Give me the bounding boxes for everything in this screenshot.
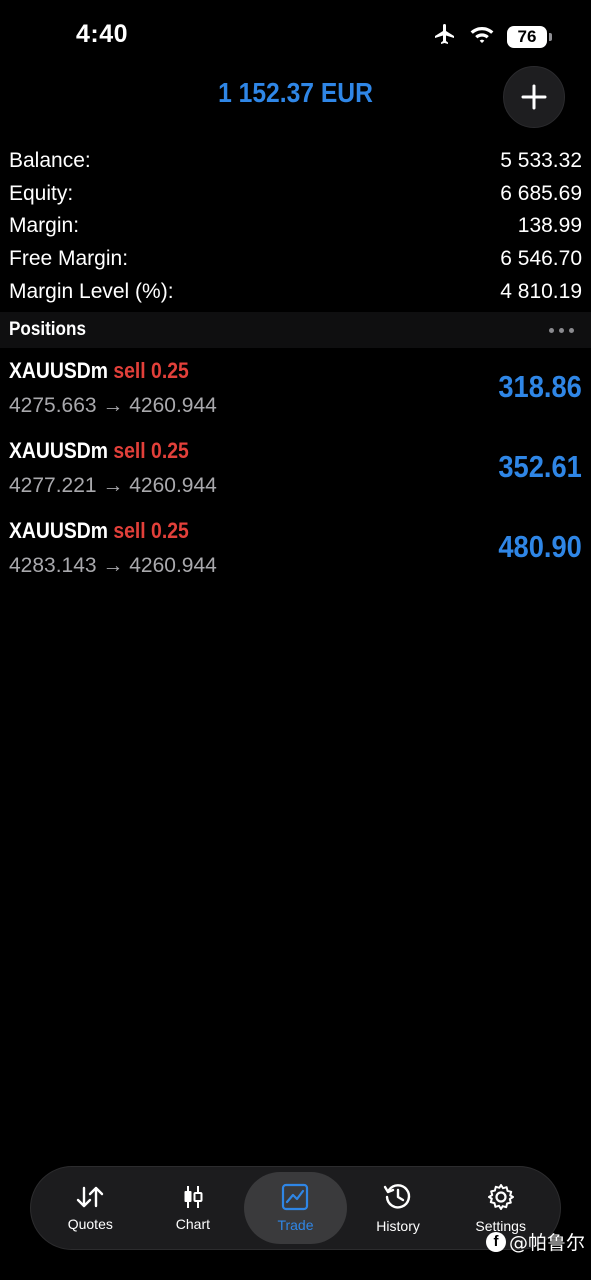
positions-section-header: Positions xyxy=(0,312,591,348)
tab-chart[interactable]: Chart xyxy=(142,1172,245,1244)
summary-row-balance: Balance: 5 533.32 xyxy=(9,145,582,178)
equity-value: 6 685.69 xyxy=(500,181,582,205)
trade-chart-icon xyxy=(282,1183,309,1211)
wifi-icon xyxy=(469,24,495,49)
more-options-icon[interactable] xyxy=(549,327,574,333)
equity-label: Equity: xyxy=(9,181,74,205)
position-symbol: XAUUSDm xyxy=(9,518,108,543)
position-title: XAUUSDm sell 0.25 xyxy=(9,518,189,544)
status-icons: 76 xyxy=(433,22,552,51)
airplane-icon xyxy=(433,22,457,51)
position-volume: 0.25 xyxy=(151,358,189,383)
summary-row-margin-level: Margin Level (%): 4 810.19 xyxy=(9,275,582,308)
status-bar: 4:40 76 xyxy=(0,0,591,70)
position-symbol: XAUUSDm xyxy=(9,438,108,463)
position-prices: 4283.143 → 4260.944 xyxy=(9,554,217,577)
tab-history[interactable]: History xyxy=(347,1172,450,1244)
watermark: f @帕鲁尔 xyxy=(485,1228,585,1255)
position-title: XAUUSDm sell 0.25 xyxy=(9,358,189,384)
position-row[interactable]: XAUUSDm sell 0.25 4275.663 → 4260.944 31… xyxy=(9,354,582,434)
margin-level-value: 4 810.19 xyxy=(500,279,582,303)
balance-label: Balance: xyxy=(9,149,91,173)
margin-label: Margin: xyxy=(9,214,80,238)
margin-value: 138.99 xyxy=(517,214,582,238)
position-title: XAUUSDm sell 0.25 xyxy=(9,438,189,464)
candlestick-icon xyxy=(184,1186,203,1208)
tab-bar: Quotes Chart Trade History Settings xyxy=(30,1166,561,1250)
battery-icon: 76 xyxy=(507,25,552,48)
gear-icon xyxy=(487,1184,514,1210)
position-side: sell xyxy=(113,438,146,463)
history-clock-icon xyxy=(383,1184,411,1209)
account-summary: Balance: 5 533.32 Equity: 6 685.69 Margi… xyxy=(9,145,582,308)
summary-row-equity: Equity: 6 685.69 xyxy=(9,178,582,211)
position-volume: 0.25 xyxy=(151,438,189,463)
position-row[interactable]: XAUUSDm sell 0.25 4277.221 → 4260.944 35… xyxy=(9,434,582,514)
position-profit: 318.86 xyxy=(498,369,582,404)
add-order-button[interactable] xyxy=(503,66,565,128)
balance-value: 5 533.32 xyxy=(500,149,582,173)
facebook-icon: f xyxy=(485,1231,506,1252)
free-margin-label: Free Margin: xyxy=(9,247,129,271)
position-row[interactable]: XAUUSDm sell 0.25 4283.143 → 4260.944 48… xyxy=(9,514,582,594)
plus-icon xyxy=(521,84,547,110)
battery-level: 76 xyxy=(517,26,537,46)
tab-quotes-label: Quotes xyxy=(67,1216,113,1232)
positions-list: XAUUSDm sell 0.25 4275.663 → 4260.944 31… xyxy=(9,354,582,594)
tab-quotes[interactable]: Quotes xyxy=(39,1172,142,1244)
positions-title: Positions xyxy=(9,319,86,340)
tab-chart-label: Chart xyxy=(175,1216,210,1232)
position-profit: 480.90 xyxy=(498,529,582,564)
position-symbol: XAUUSDm xyxy=(9,358,108,383)
position-prices: 4277.221 → 4260.944 xyxy=(9,474,217,497)
watermark-text: @帕鲁尔 xyxy=(508,1232,585,1254)
summary-row-margin: Margin: 138.99 xyxy=(9,210,582,243)
tab-trade[interactable]: Trade xyxy=(244,1172,347,1244)
free-margin-value: 6 546.70 xyxy=(500,247,582,271)
quotes-arrows-icon xyxy=(77,1186,104,1208)
status-time: 4:40 xyxy=(76,20,129,48)
position-prices: 4275.663 → 4260.944 xyxy=(9,394,217,417)
tab-history-label: History xyxy=(376,1218,420,1234)
margin-level-label: Margin Level (%): xyxy=(9,279,174,303)
position-volume: 0.25 xyxy=(151,518,189,543)
position-side: sell xyxy=(113,518,146,543)
summary-row-free-margin: Free Margin: 6 546.70 xyxy=(9,243,582,276)
tab-trade-label: Trade xyxy=(277,1217,314,1233)
account-total: 1 152.37 EUR xyxy=(218,77,373,108)
position-side: sell xyxy=(113,358,146,383)
position-profit: 352.61 xyxy=(498,449,582,484)
